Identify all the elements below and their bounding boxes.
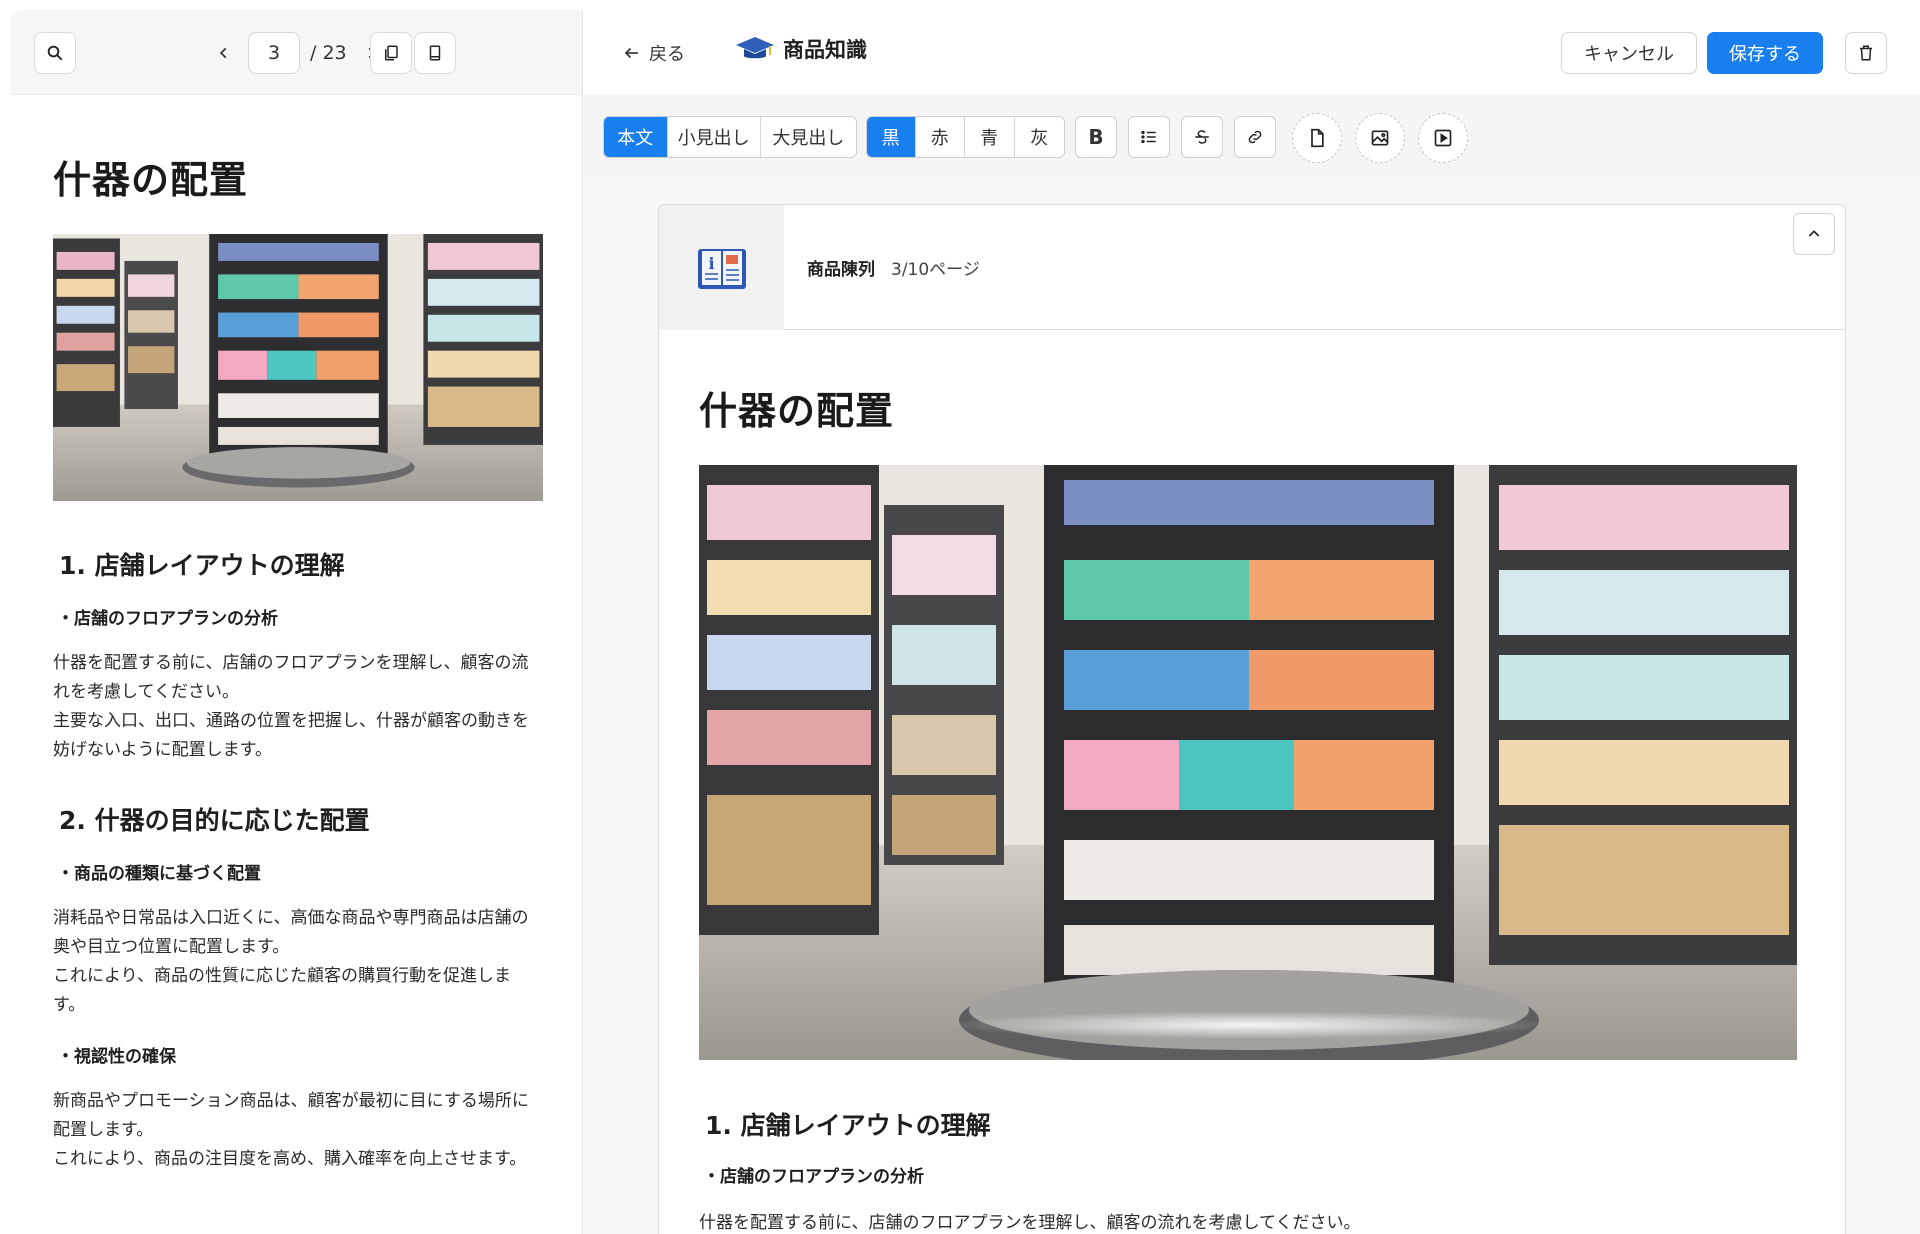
graduation-cap-icon (736, 37, 774, 59)
text-style-body[interactable]: 本文 (604, 117, 668, 157)
preview-section2-heading: 2. 什器の目的に応じた配置 (59, 806, 370, 835)
color-black[interactable]: 黒 (867, 117, 916, 157)
back-button[interactable]: 戻る (623, 40, 685, 66)
preview-paragraph: 消耗品や日常品は入口近くに、高価な商品や専門商品は店舗の奥や目立つ位置に配置しま… (53, 904, 539, 1020)
prev-page-button[interactable] (210, 39, 238, 67)
text-style-group: 本文 小見出し 大見出し (603, 116, 857, 158)
card-thumbnail: i (659, 205, 784, 330)
link-icon (1248, 130, 1262, 144)
preview-section2-sub: ・視認性の確保 (57, 1047, 176, 1067)
chevron-up-icon (1808, 230, 1820, 237)
preview-toolbar: / 23 (10, 10, 582, 95)
preview-content: 什器の配置 1. 店舗レイアウトの理解 ・店舗のフロアプランの分析 什器を配置す… (10, 95, 582, 1174)
image-icon (1371, 130, 1389, 146)
back-label: 戻る (649, 44, 685, 65)
bold-button[interactable]: B (1075, 116, 1117, 158)
preview-paragraph: 新商品やプロモーション商品は、顧客が最初に目にする場所に配置します。これにより、… (53, 1087, 539, 1174)
editor-section1-sub[interactable]: ・店舗のフロアプランの分析 (699, 1162, 1805, 1187)
color-blue[interactable]: 青 (965, 117, 1015, 157)
search-icon (47, 45, 63, 61)
preview-text: 什器を配置する前に、店舗のフロアプランを理解し、顧客の流れを考慮してください。 (53, 653, 529, 702)
color-red[interactable]: 赤 (916, 117, 966, 157)
insert-image-button[interactable] (1355, 113, 1405, 163)
collapse-button[interactable] (1793, 213, 1835, 255)
editor-section1-heading[interactable]: 1. 店舗レイアウトの理解 (699, 1106, 1805, 1142)
svg-text:i: i (708, 254, 714, 273)
card-header: i 商品陳列 3/10ページ (659, 205, 1845, 330)
editor-pane: 戻る 商品知識 キャンセル 保存する 本文 小見出し 大見出し 黒 赤 青 灰 … (583, 10, 1920, 1234)
preview-section1-heading: 1. 店舗レイアウトの理解 (59, 551, 345, 580)
editor-header: 戻る 商品知識 キャンセル 保存する (583, 10, 1920, 95)
trash-icon (1860, 45, 1872, 61)
brand: 商品知識 (735, 34, 867, 64)
page-total: / 23 (310, 42, 347, 64)
preview-image (53, 234, 543, 501)
brand-label: 商品知識 (783, 38, 867, 62)
editor-image[interactable] (699, 465, 1797, 1060)
preview-text: これにより、商品の性質に応じた顧客の購買行動を促進します。 (53, 966, 511, 1015)
card-title: 商品陳列 (807, 260, 875, 280)
text-style-subheading[interactable]: 小見出し (668, 117, 761, 157)
preview-text: 新商品やプロモーション商品は、顧客が最初に目にする場所に配置します。 (53, 1091, 529, 1140)
single-page-button[interactable] (414, 32, 456, 74)
strikethrough-button[interactable] (1181, 116, 1223, 158)
strikethrough-icon (1195, 130, 1209, 144)
file-icon (1311, 128, 1324, 148)
preview-pane: / 23 什器の配置 (10, 10, 583, 1234)
shelf-illustration (699, 465, 1797, 1060)
insert-file-button[interactable] (1292, 113, 1342, 163)
format-toolbar: 本文 小見出し 大見出し 黒 赤 青 灰 B (583, 95, 1920, 180)
text-color-group: 黒 赤 青 灰 (866, 116, 1065, 158)
card-body: 什器の配置 1. 店舗レイアウトの理解 ・店舗のフロアプランの分析 什器を配置す… (659, 330, 1845, 1234)
search-button[interactable] (34, 32, 76, 74)
editor-paragraph[interactable]: 什器を配置する前に、店舗のフロアプランを理解し、顧客の流れを考慮してください。 (699, 1209, 1805, 1234)
info-book-icon: i (697, 248, 746, 289)
pager: / 23 (210, 32, 385, 74)
arrow-left-icon (624, 47, 638, 59)
cancel-button[interactable]: キャンセル (1561, 32, 1697, 74)
shelf-illustration (53, 234, 543, 501)
video-icon (1434, 129, 1452, 147)
text-style-heading[interactable]: 大見出し (761, 117, 856, 157)
link-button[interactable] (1234, 116, 1276, 158)
preview-section1-sub: ・店舗のフロアプランの分析 (57, 609, 278, 629)
editor-canvas: i 商品陳列 3/10ページ 什器の配置 1. 店舗レイアウトの理解 ・店舗のフ… (583, 180, 1920, 1234)
preview-text: 消耗品や日常品は入口近くに、高価な商品や専門商品は店舗の奥や目立つ位置に配置しま… (53, 908, 529, 957)
copy-page-button[interactable] (370, 32, 412, 74)
copy-icon (385, 45, 398, 61)
preview-text: 主要な入口、出口、通路の位置を把握し、什器が顧客の動きを妨げないように配置します… (53, 711, 529, 760)
chevron-left-icon (219, 47, 227, 59)
color-gray[interactable]: 灰 (1015, 117, 1064, 157)
editor-title[interactable]: 什器の配置 (699, 380, 1805, 435)
preview-text: これにより、商品の注目度を高め、購入確率を向上させます。 (53, 1149, 527, 1169)
card-page-indicator: 3/10ページ (891, 260, 980, 280)
content-card: i 商品陳列 3/10ページ 什器の配置 1. 店舗レイアウトの理解 ・店舗のフ… (658, 204, 1846, 1234)
insert-video-button[interactable] (1418, 113, 1468, 163)
delete-button[interactable] (1845, 32, 1887, 74)
page-number-input[interactable] (248, 32, 300, 74)
preview-title: 什器の配置 (53, 158, 249, 202)
save-button[interactable]: 保存する (1707, 32, 1823, 74)
page-icon (429, 45, 441, 61)
preview-section2-sub: ・商品の種類に基づく配置 (57, 864, 261, 884)
list-button[interactable] (1128, 116, 1170, 158)
preview-paragraph: 什器を配置する前に、店舗のフロアプランを理解し、顧客の流れを考慮してください。主… (53, 649, 539, 765)
list-icon (1141, 130, 1156, 144)
